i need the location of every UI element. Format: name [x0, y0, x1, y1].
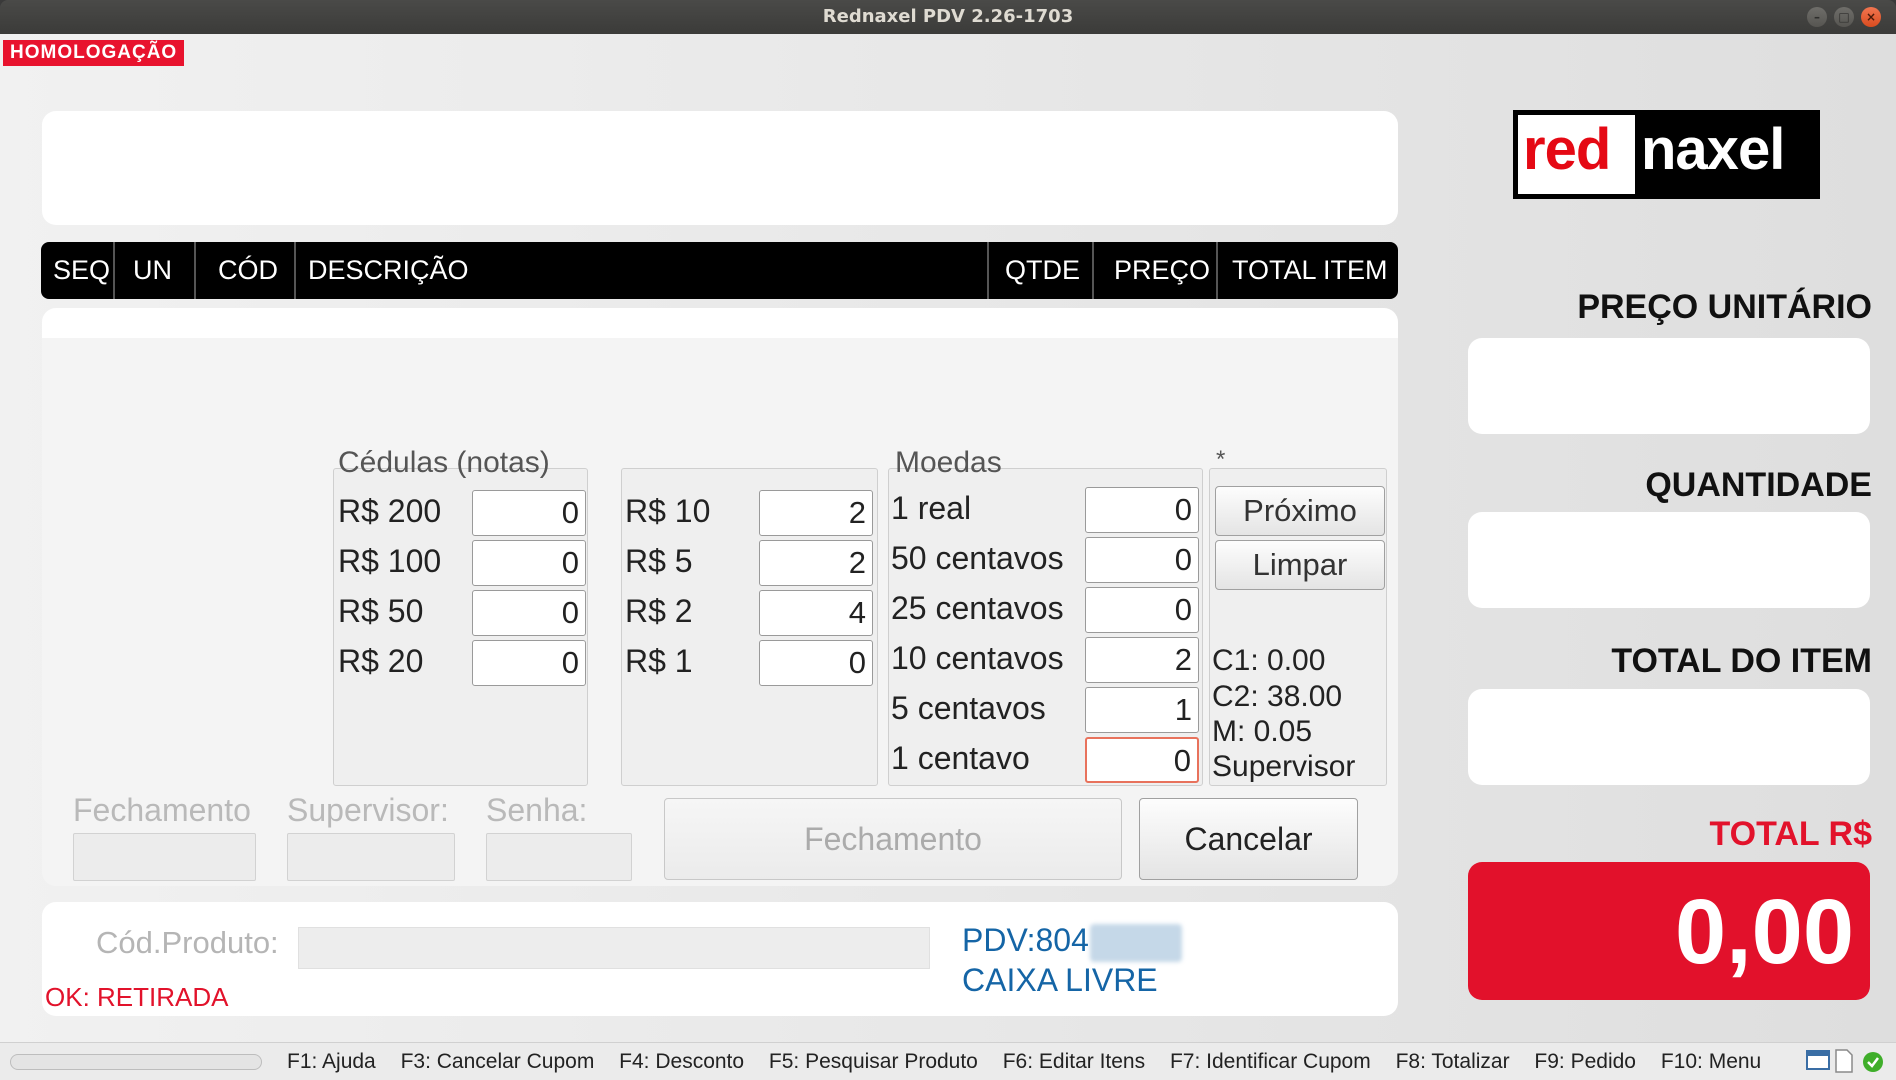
- moeda-1-real-input[interactable]: 0: [1085, 487, 1199, 533]
- moeda-25-input[interactable]: 0: [1085, 587, 1199, 633]
- shortcut-f5[interactable]: F5: Pesquisar Produto: [769, 1050, 978, 1073]
- moeda-25-label: 25 centavos: [891, 590, 1064, 626]
- preco-unitario-label: PREÇO UNITÁRIO: [1577, 288, 1872, 326]
- quantidade-display: [1468, 512, 1870, 608]
- pdv-number: PDV:804: [962, 922, 1089, 958]
- cedula-2-input[interactable]: 4: [759, 590, 873, 636]
- moeda-1-real-label: 1 real: [891, 490, 972, 526]
- cedula-50-label: R$ 50: [338, 593, 424, 629]
- cedula-50-input[interactable]: 0: [472, 590, 586, 636]
- col-un: UN: [113, 242, 172, 299]
- col-cod: CÓD: [194, 242, 278, 299]
- redacted-info: [1090, 924, 1182, 962]
- window-icon[interactable]: [1806, 1049, 1830, 1071]
- cedula-100-input[interactable]: 0: [472, 540, 586, 586]
- shortcut-f3[interactable]: F3: Cancelar Cupom: [401, 1050, 595, 1073]
- close-button[interactable]: ×: [1861, 7, 1881, 27]
- message-panel: [42, 111, 1398, 225]
- supervisor-input[interactable]: [287, 833, 455, 881]
- maximize-button[interactable]: □: [1834, 7, 1854, 27]
- shortcut-f7[interactable]: F7: Identificar Cupom: [1170, 1050, 1371, 1073]
- total-do-item-display: [1468, 689, 1870, 785]
- cedulas-legend: Cédulas (notas): [338, 446, 550, 479]
- progress-bar: [10, 1054, 262, 1070]
- supervisor-info: Supervisor: [1212, 750, 1356, 783]
- shortcut-keys: F1: Ajuda F3: Cancelar Cupom F4: Descont…: [287, 1050, 1780, 1074]
- status-message: OK: RETIRADA: [45, 982, 229, 1012]
- proximo-button[interactable]: Próximo: [1215, 486, 1385, 536]
- total-value: 0,00: [1674, 881, 1854, 983]
- c1-value: C1: 0.00: [1212, 644, 1326, 677]
- cod-produto-label: Cód.Produto:: [96, 925, 279, 960]
- supervisor-label: Supervisor:: [287, 792, 449, 828]
- cedula-1-label: R$ 1: [625, 643, 693, 679]
- status-ok-icon: [1863, 1052, 1883, 1072]
- total-display: 0,00: [1468, 862, 1870, 1000]
- cedula-10-input[interactable]: 2: [759, 490, 873, 536]
- moeda-50-label: 50 centavos: [891, 540, 1064, 576]
- cedula-1-input[interactable]: 0: [759, 640, 873, 686]
- caixa-status: CAIXA LIVRE: [962, 962, 1158, 998]
- cedula-100-label: R$ 100: [338, 543, 442, 579]
- minimize-button[interactable]: –: [1807, 7, 1827, 27]
- moeda-50-input[interactable]: 0: [1085, 537, 1199, 583]
- shortcut-f6[interactable]: F6: Editar Itens: [1003, 1050, 1145, 1073]
- col-descricao: DESCRIÇÃO: [294, 242, 469, 299]
- limpar-button[interactable]: Limpar: [1215, 540, 1385, 590]
- cedula-5-label: R$ 5: [625, 543, 693, 579]
- senha-label: Senha:: [486, 792, 588, 828]
- shortcut-f4[interactable]: F4: Desconto: [619, 1050, 744, 1073]
- cedula-200-label: R$ 200: [338, 493, 442, 529]
- document-icon[interactable]: [1834, 1049, 1854, 1073]
- col-qtde: QTDE: [987, 242, 1080, 299]
- cedula-20-input[interactable]: 0: [472, 640, 586, 686]
- fechamento-label: Fechamento: [73, 792, 251, 828]
- moeda-10-input[interactable]: 2: [1085, 637, 1199, 683]
- cod-produto-input[interactable]: [298, 927, 930, 969]
- moeda-5-label: 5 centavos: [891, 690, 1046, 726]
- moeda-1-centavo-label: 1 centavo: [891, 740, 1030, 776]
- m-value: M: 0.05: [1212, 715, 1313, 748]
- col-total-item: TOTAL ITEM: [1216, 242, 1388, 299]
- moedas-legend: Moedas: [895, 446, 1002, 479]
- cedula-10-label: R$ 10: [625, 493, 711, 529]
- fechamento-input[interactable]: [73, 833, 256, 881]
- shortcut-f1[interactable]: F1: Ajuda: [287, 1050, 376, 1073]
- rednaxel-logo: red naxel: [1513, 110, 1820, 199]
- actions-legend: *: [1216, 446, 1226, 473]
- window-title: Rednaxel PDV 2.26-1703: [822, 6, 1074, 27]
- items-table-header: SEQ UN CÓD DESCRIÇÃO QTDE PREÇO TOTAL IT…: [41, 242, 1398, 299]
- moeda-1-centavo-input[interactable]: 0: [1085, 737, 1199, 783]
- cedula-5-input[interactable]: 2: [759, 540, 873, 586]
- title-bar: Rednaxel PDV 2.26-1703 – □ ×: [0, 0, 1896, 34]
- quantidade-label: QUANTIDADE: [1645, 466, 1872, 504]
- col-preco: PREÇO: [1092, 242, 1210, 299]
- senha-input[interactable]: [486, 833, 632, 881]
- col-seq: SEQ: [53, 255, 111, 285]
- preco-unitario-display: [1468, 338, 1870, 434]
- shortcut-f10[interactable]: F10: Menu: [1661, 1050, 1761, 1073]
- fechamento-button[interactable]: Fechamento: [664, 798, 1122, 880]
- moeda-5-input[interactable]: 1: [1085, 687, 1199, 733]
- c2-value: C2: 38.00: [1212, 680, 1343, 713]
- shortcut-f9[interactable]: F9: Pedido: [1534, 1050, 1636, 1073]
- moeda-10-label: 10 centavos: [891, 640, 1064, 676]
- cedula-2-label: R$ 2: [625, 593, 693, 629]
- status-bar: F1: Ajuda F3: Cancelar Cupom F4: Descont…: [0, 1042, 1896, 1080]
- shortcut-f8[interactable]: F8: Totalizar: [1396, 1050, 1510, 1073]
- cancelar-button[interactable]: Cancelar: [1139, 798, 1358, 880]
- cedula-200-input[interactable]: 0: [472, 490, 586, 536]
- total-label: TOTAL R$: [1709, 815, 1872, 853]
- environment-badge: HOMOLOGAÇÃO: [3, 40, 185, 66]
- total-do-item-label: TOTAL DO ITEM: [1611, 642, 1872, 680]
- cedula-20-label: R$ 20: [338, 643, 424, 679]
